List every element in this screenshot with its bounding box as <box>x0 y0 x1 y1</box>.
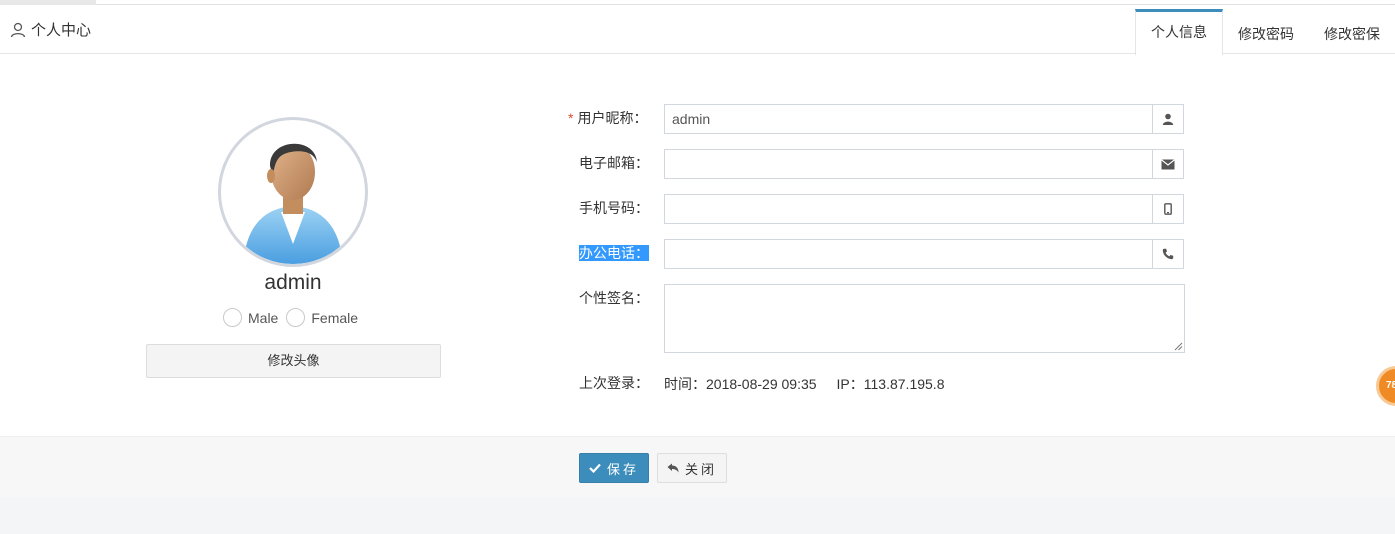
office-phone-label: 办公电话： <box>579 243 649 263</box>
male-radio[interactable] <box>223 308 242 327</box>
last-login-info: 时间：2018-08-29 09:35 IP：113.87.195.8 <box>664 374 964 394</box>
tab-change-security-question[interactable]: 修改密保 <box>1309 9 1395 54</box>
close-label: 关闭 <box>684 461 717 477</box>
save-label: 保存 <box>606 461 639 477</box>
reply-icon <box>667 463 679 473</box>
change-avatar-button[interactable]: 修改头像 <box>146 344 441 378</box>
required-marker: * <box>568 110 574 126</box>
tab-change-password[interactable]: 修改密码 <box>1223 9 1309 54</box>
envelope-icon <box>1161 158 1175 169</box>
save-button[interactable]: 保存 <box>579 453 649 483</box>
form-footer: 保存 关闭 <box>0 436 1395 497</box>
email-field[interactable] <box>664 149 1184 179</box>
phone-icon <box>1162 248 1174 260</box>
office-phone-addon <box>1152 240 1183 268</box>
nickname-label: * 用户昵称： <box>568 108 647 128</box>
last-login-time: 时间：2018-08-29 09:35 <box>664 376 817 392</box>
user-outline-icon <box>10 22 26 37</box>
signature-label: 个性签名： <box>579 290 649 306</box>
mobile-addon <box>1152 195 1183 223</box>
tab-bar: 个人信息 修改密码 修改密保 <box>1135 9 1395 55</box>
panel-header: 个人中心 个人信息 修改密码 修改密保 <box>0 5 1395 55</box>
nickname-value: admin <box>672 111 711 127</box>
page-title: 个人中心 <box>10 19 91 40</box>
female-label: Female <box>311 309 359 326</box>
tab-personal-info[interactable]: 个人信息 <box>1135 9 1223 55</box>
female-radio[interactable] <box>286 308 306 327</box>
resize-grip-icon[interactable] <box>1174 342 1183 351</box>
mobile-icon <box>1164 203 1172 215</box>
profile-username: admin <box>264 271 322 294</box>
gender-female-option[interactable]: Female <box>286 308 358 327</box>
avatar-person-icon <box>243 143 343 264</box>
male-label: Male <box>248 309 279 326</box>
nickname-field[interactable]: admin <box>664 104 1184 134</box>
check-icon <box>589 463 601 473</box>
last-login-label: 上次登录： <box>579 375 649 391</box>
gender-radio-group: Male Female <box>223 308 366 327</box>
last-login-ip: IP：113.87.195.8 <box>836 376 945 392</box>
signature-textarea[interactable] <box>664 284 1185 353</box>
mobile-label: 手机号码： <box>579 200 649 216</box>
avatar[interactable] <box>218 117 368 267</box>
nickname-addon <box>1152 105 1183 133</box>
email-label: 电子邮箱： <box>579 155 649 171</box>
gender-male-option[interactable]: Male <box>223 308 278 327</box>
mobile-field[interactable] <box>664 194 1184 224</box>
close-button[interactable]: 关闭 <box>657 453 727 483</box>
user-icon <box>1162 113 1174 125</box>
email-addon <box>1152 150 1183 178</box>
office-phone-label-text: 办公电话： <box>579 245 649 261</box>
office-phone-field[interactable] <box>664 239 1184 269</box>
nickname-label-text: 用户昵称： <box>577 110 648 126</box>
personal-center-panel: 个人中心 个人信息 修改密码 修改密保 admin Male Female 修改… <box>0 5 1395 497</box>
page-title-text: 个人中心 <box>31 22 92 39</box>
